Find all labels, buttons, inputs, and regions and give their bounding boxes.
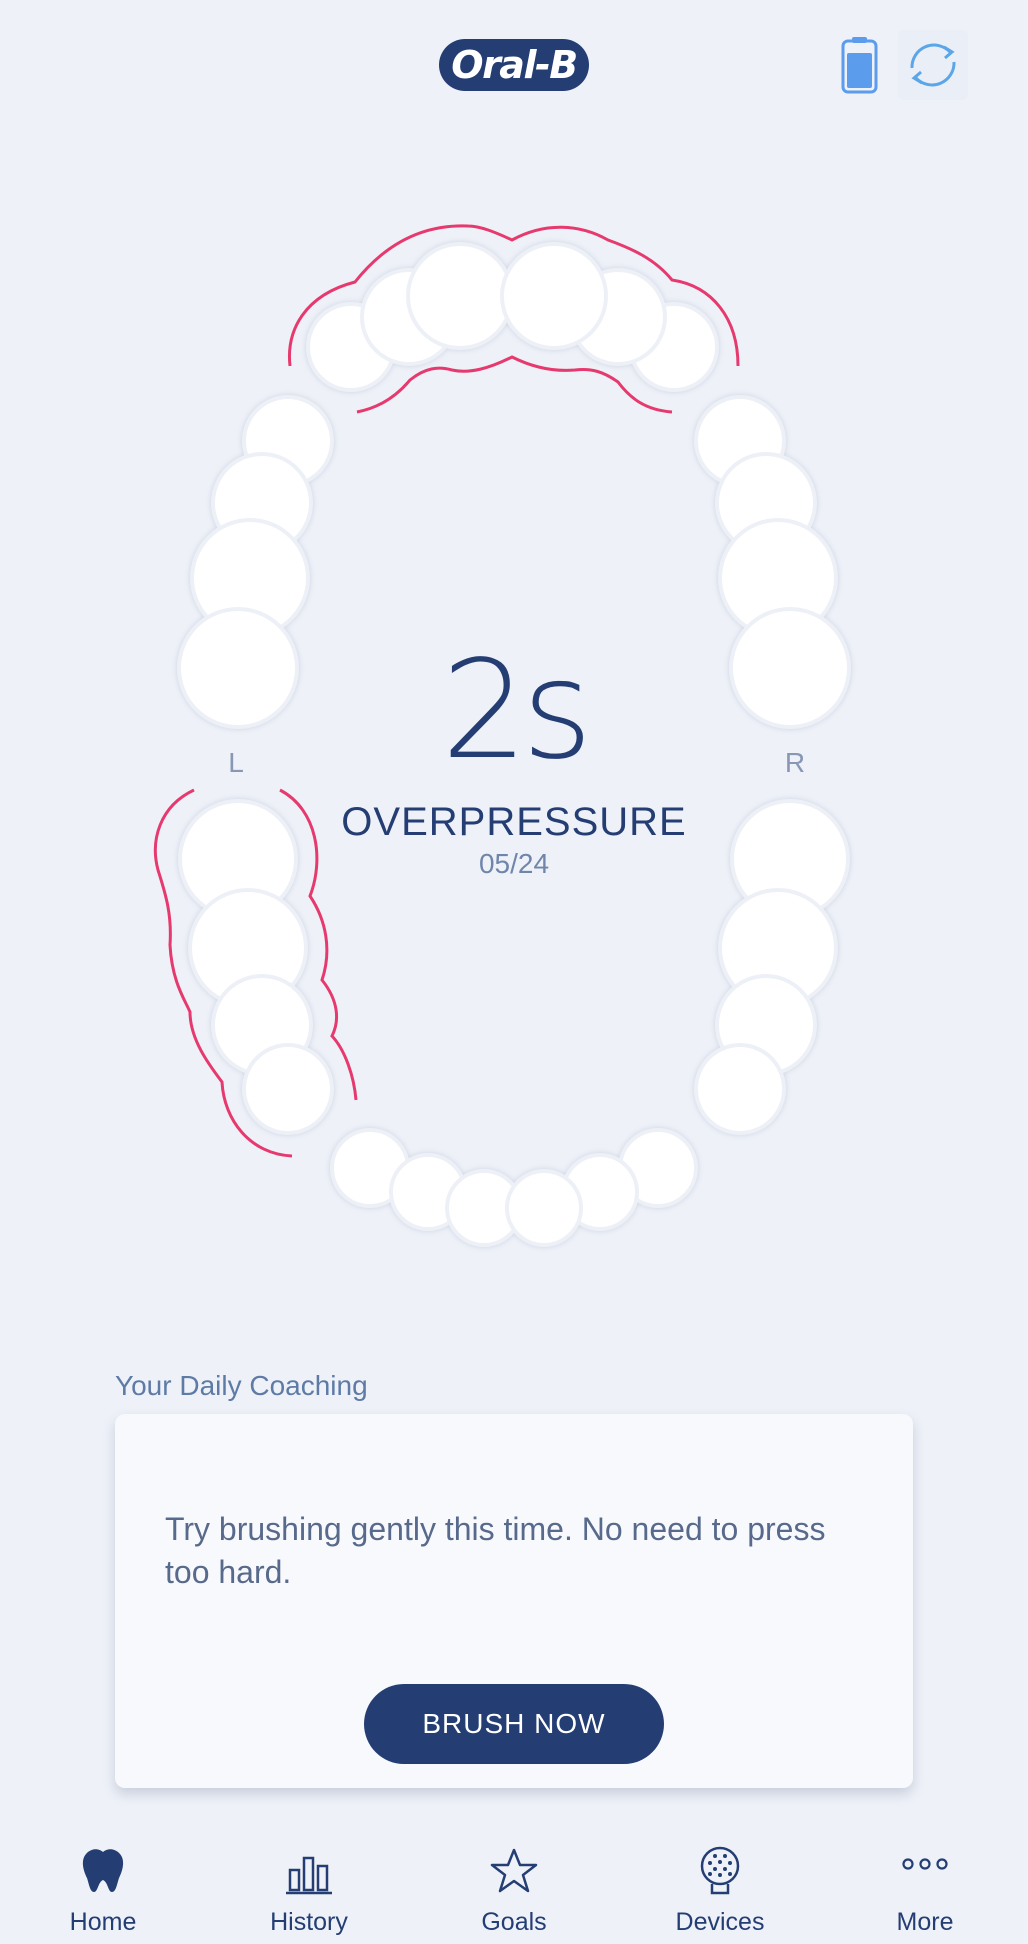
brush-now-button[interactable]: BRUSH NOW [364,1684,664,1764]
nav-item-devices[interactable]: Devices [645,1830,795,1944]
coaching-title: Your Daily Coaching [115,1370,368,1401]
session-date: 05/24 [478,848,550,879]
tooth-icon [82,1849,124,1892]
nav-label-history: History [270,1908,348,1936]
nav-label-more: More [896,1908,954,1936]
nav-label-home: Home [69,1908,137,1936]
coaching-message: Try brushing gently this time. No need t… [165,1511,826,1590]
nav-label-devices: Devices [675,1908,765,1936]
nav-item-history[interactable]: History [234,1830,384,1944]
bar-chart-icon [286,1856,332,1895]
more-dots-icon [902,1858,948,1870]
nav-item-home[interactable]: Home [28,1830,178,1944]
right-side-label: R [784,747,806,778]
star-icon [490,1848,538,1893]
nav-item-more[interactable]: More [850,1830,1000,1944]
bottom-nav: Home History Goals Devices More [0,1830,1028,1944]
coaching-card: Try brushing gently this time. No need t… [115,1414,913,1788]
left-side-label: L [228,747,244,778]
nav-item-goals[interactable]: Goals [439,1830,589,1944]
event-label: OVERPRESSURE [341,800,687,844]
pressure-duration: 2s [441,632,592,790]
nav-label-goals: Goals [481,1908,547,1936]
brush-head-icon [700,1846,740,1895]
